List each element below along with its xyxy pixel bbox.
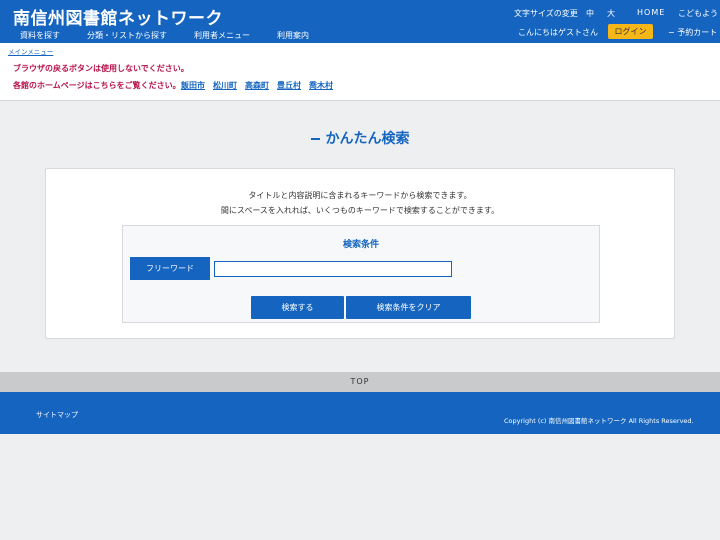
clear-conditions-button[interactable]: 検索条件をクリア: [346, 296, 471, 319]
search-conditions-title: 検索条件: [342, 240, 379, 250]
nav-item-guide[interactable]: 利用案内: [277, 30, 309, 41]
nav-item-user-menu[interactable]: 利用者メニュー: [194, 30, 250, 41]
reservation-cart-link[interactable]: − 予約カート: [668, 27, 717, 38]
page-title-text: かんたん検索: [325, 131, 410, 147]
library-link-takamori[interactable]: 高森町: [245, 80, 269, 91]
greeting-text: こんにちはゲストさん: [518, 28, 598, 37]
kids-link[interactable]: こどもよう: [678, 8, 718, 19]
freeword-label: フリーワード: [130, 257, 210, 280]
site-footer: サイトマップ Copyright (c) 南信州図書館ネットワーク All Ri…: [0, 392, 720, 434]
nav-item-search-materials[interactable]: 資料を探す: [20, 30, 60, 41]
font-size-large-button[interactable]: 大: [607, 8, 615, 19]
search-description-2: 間にスペースを入れれば、いくつものキーワードで検索することができます。: [220, 206, 500, 215]
breadcrumb-main-menu[interactable]: メインメニュー: [8, 46, 53, 56]
dash-icon: [310, 138, 320, 140]
library-link-iida[interactable]: 飯田市: [181, 80, 205, 91]
library-link-matsukawa[interactable]: 松川町: [213, 80, 237, 91]
login-button[interactable]: ログイン: [608, 24, 653, 39]
search-description-1: タイトルと内容説明に含まれるキーワードから検索できます。: [248, 191, 472, 200]
font-size-medium-button[interactable]: 中: [586, 8, 594, 19]
search-button[interactable]: 検索する: [251, 296, 344, 319]
library-link-takagi[interactable]: 喬木村: [309, 80, 333, 91]
copyright-text: Copyright (c) 南信州図書館ネットワーク All Rights Re…: [504, 417, 694, 425]
sitemap-link[interactable]: サイトマップ: [36, 410, 78, 420]
notice-area: メインメニュー ブラウザの戻るボタンは使用しないでください。 各館のホームページ…: [0, 43, 720, 101]
home-link[interactable]: HOME: [637, 8, 665, 17]
library-homepage-text: 各館のホームページはこちらをご覧ください。: [13, 81, 181, 90]
search-card: タイトルと内容説明に含まれるキーワードから検索できます。 間にスペースを入れれば…: [45, 168, 675, 339]
back-button-warning: ブラウザの戻るボタンは使用しないでください。: [13, 64, 189, 73]
site-header: 南信州図書館ネットワーク 資料を探す 分類・リストから探す 利用者メニュー 利用…: [0, 0, 720, 43]
library-link-toyooka[interactable]: 豊丘村: [277, 80, 301, 91]
nav-item-classification-list[interactable]: 分類・リストから探す: [87, 30, 167, 41]
back-to-top-link[interactable]: TOP: [0, 372, 720, 392]
page-title: かんたん検索: [0, 128, 720, 148]
search-conditions-panel: 検索条件 フリーワード 検索する 検索条件をクリア: [122, 225, 600, 323]
dash-icon: −: [668, 28, 678, 37]
font-size-label: 文字サイズの変更: [514, 9, 578, 18]
freeword-input[interactable]: [214, 261, 452, 277]
site-title[interactable]: 南信州図書館ネットワーク: [13, 4, 223, 29]
page: 南信州図書館ネットワーク 資料を探す 分類・リストから探す 利用者メニュー 利用…: [0, 0, 720, 540]
reservation-cart-label: 予約カート: [677, 28, 718, 37]
